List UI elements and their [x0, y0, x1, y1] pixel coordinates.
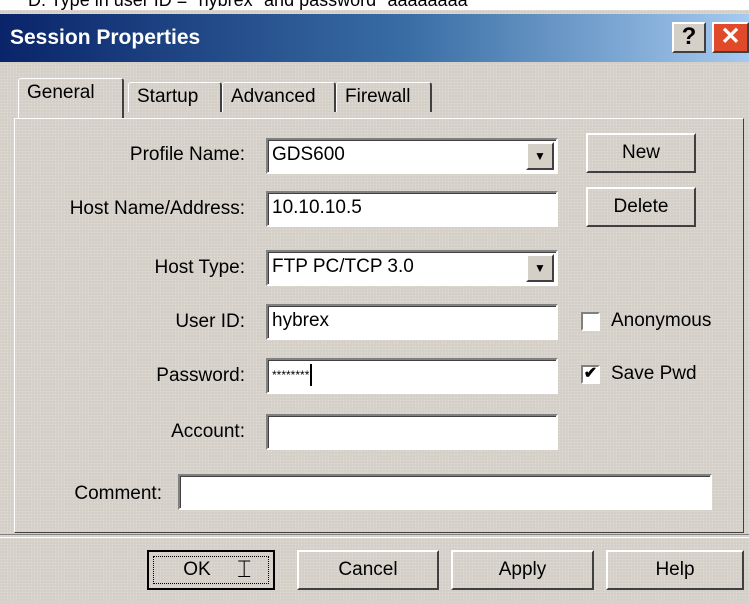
- profile-name-combo[interactable]: GDS600 ▼: [266, 138, 558, 174]
- ok-label: OK: [183, 559, 211, 580]
- host-name-label: Host Name/Address:: [69, 198, 245, 219]
- tab-general[interactable]: General: [18, 78, 124, 118]
- apply-button[interactable]: Apply: [451, 550, 594, 590]
- tab-advanced[interactable]: Advanced: [222, 82, 336, 112]
- save-pwd-checkbox[interactable]: ✔: [581, 365, 600, 384]
- close-icon[interactable]: ✕: [712, 22, 749, 53]
- bottom-separator: [0, 534, 749, 538]
- host-name-value: 10.10.10.5: [272, 197, 362, 218]
- profile-name-value: GDS600: [272, 144, 345, 165]
- text-caret: [310, 363, 313, 386]
- cancel-button[interactable]: Cancel: [297, 550, 439, 590]
- password-input[interactable]: ********: [266, 358, 558, 394]
- help-icon[interactable]: ?: [672, 22, 706, 53]
- chevron-down-icon[interactable]: ▼: [526, 142, 554, 170]
- profile-name-label: Profile Name:: [129, 144, 245, 165]
- window-title: Session Properties: [10, 26, 201, 49]
- comment-input[interactable]: [178, 474, 712, 510]
- host-type-value: FTP PC/TCP 3.0: [272, 256, 414, 277]
- host-name-input[interactable]: 10.10.10.5: [266, 191, 558, 227]
- host-type-combo[interactable]: FTP PC/TCP 3.0 ▼: [266, 250, 558, 286]
- account-input[interactable]: [266, 414, 558, 450]
- save-pwd-label: Save Pwd: [611, 363, 697, 384]
- title-bar[interactable]: Session Properties ? ✕: [0, 14, 749, 62]
- anonymous-label: Anonymous: [611, 310, 712, 331]
- chevron-down-icon[interactable]: ▼: [526, 254, 554, 282]
- host-type-label: Host Type:: [154, 257, 245, 278]
- comment-label: Comment:: [74, 483, 162, 504]
- new-button[interactable]: New: [586, 133, 696, 173]
- mouse-cursor-icon: ⌶: [237, 556, 252, 583]
- password-value: ********: [272, 368, 310, 382]
- account-label: Account:: [171, 421, 245, 442]
- tab-firewall[interactable]: Firewall: [336, 82, 432, 112]
- delete-button[interactable]: Delete: [586, 187, 696, 227]
- instruction-caption: D. Type in user ID = "hybrex" and passwo…: [0, 0, 749, 10]
- ok-button[interactable]: OK ⌶: [147, 550, 275, 590]
- user-id-value: hybrex: [272, 310, 330, 331]
- password-label: Password:: [156, 365, 245, 386]
- help-button[interactable]: Help: [606, 550, 744, 590]
- anonymous-checkbox[interactable]: [581, 312, 600, 331]
- tab-startup[interactable]: Startup: [128, 82, 222, 112]
- user-id-input[interactable]: hybrex: [266, 304, 558, 340]
- user-id-label: User ID:: [175, 311, 245, 332]
- focus-rectangle: [153, 556, 269, 584]
